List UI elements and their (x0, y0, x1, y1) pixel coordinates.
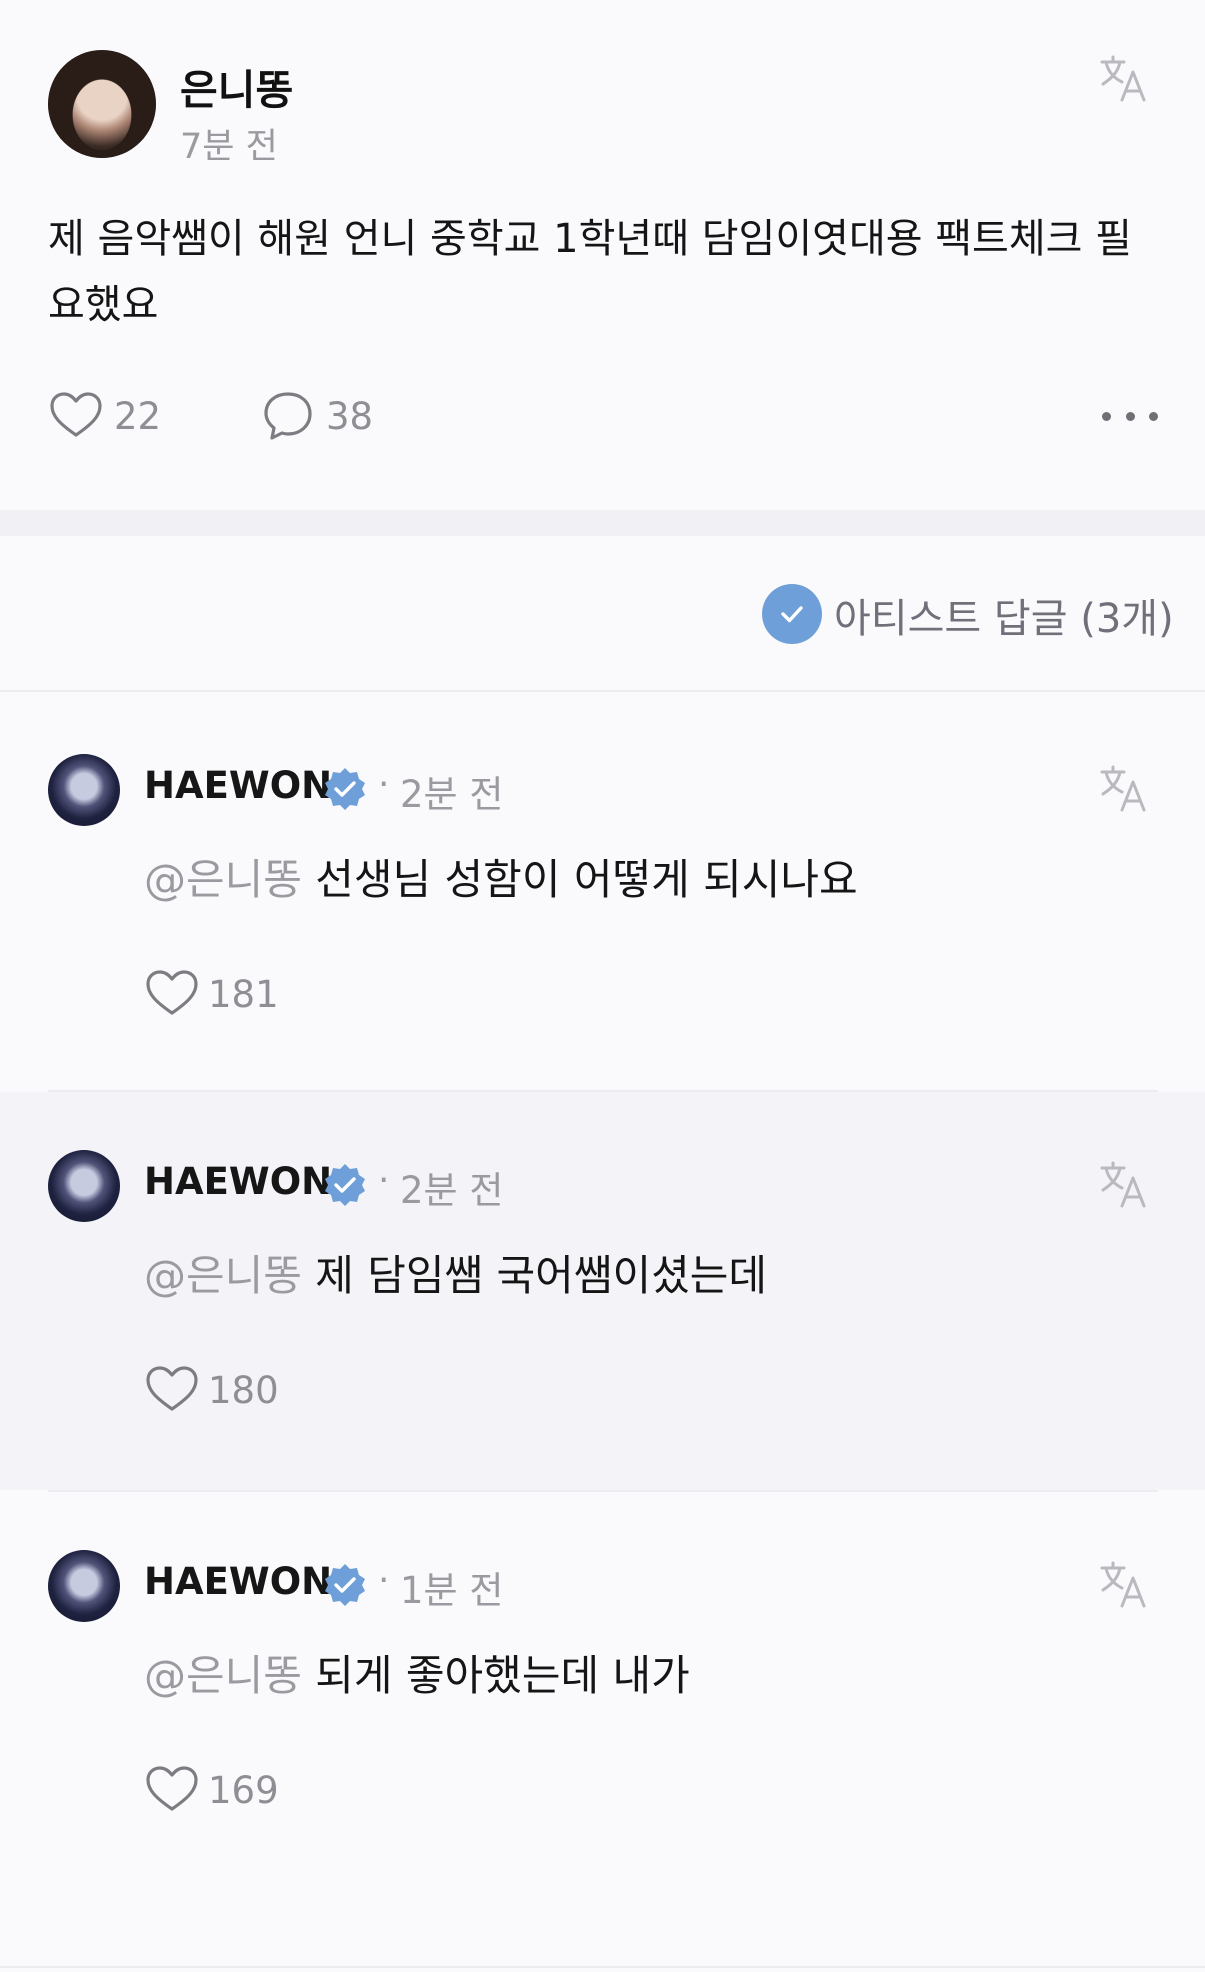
heart-icon (146, 970, 198, 1015)
verified-badge-icon (325, 1164, 365, 1206)
comment-time: 2분 전 (400, 773, 504, 816)
more-horizontal-icon (1102, 411, 1111, 421)
avatar[interactable] (48, 50, 156, 158)
post-text: 제 음악쌤이 해원 언니 중학교 1학년때 담임이엿대용 팩트체크 필요했요 (48, 216, 1132, 328)
post-actions: 22 38 (48, 388, 1158, 444)
avatar[interactable] (48, 1150, 120, 1222)
like-button[interactable]: 22 (48, 388, 161, 444)
post: 은니똥 7분 전 제 음악쌤이 해원 언니 중학교 1학년때 담임이엿대용 팩트… (0, 0, 1205, 510)
verified-badge-icon (325, 1564, 365, 1606)
separator-dot: · (378, 764, 390, 805)
comment-author[interactable]: HAEWON (144, 764, 332, 807)
heart-icon (146, 1366, 198, 1411)
more-options-button[interactable] (1102, 396, 1158, 436)
separator-dot: · (378, 1160, 390, 1201)
avatar[interactable] (48, 1550, 120, 1622)
comment-text: @은니똥 되게 좋아했는데 내가 (144, 1642, 690, 1703)
like-count: 180 (208, 1368, 279, 1412)
comment-count: 38 (326, 394, 374, 438)
like-count: 22 (114, 394, 162, 438)
comment-time: 2분 전 (400, 1169, 504, 1212)
translate-icon[interactable] (1098, 764, 1148, 814)
comment-author[interactable]: HAEWON (144, 1560, 332, 1603)
comment-body: 선생님 성함이 어떻게 되시나요 (301, 855, 858, 904)
avatar[interactable] (48, 754, 120, 826)
post-detail-page: 은니똥 7분 전 제 음악쌤이 해원 언니 중학교 1학년때 담임이엿대용 팩트… (0, 0, 1205, 1972)
separator-dot: · (378, 1560, 390, 1601)
comment-button[interactable]: 38 (260, 388, 373, 444)
section-divider (0, 510, 1205, 536)
artist-replies-label[interactable]: 아티스트 답글 (3개) (834, 586, 1174, 644)
translate-icon[interactable] (1098, 54, 1148, 104)
like-button[interactable]: 180 (144, 1362, 279, 1418)
mention[interactable]: @은니똥 (144, 1251, 302, 1300)
verified-badge-icon (325, 768, 365, 810)
artist-comment: HAEWON · 1분 전 @은니똥 되게 좋아했는데 내가 169 (0, 1492, 1205, 1966)
comment-text: @은니똥 선생님 성함이 어떻게 되시나요 (144, 846, 858, 907)
translate-icon[interactable] (1098, 1160, 1148, 1210)
post-time: 7분 전 (180, 127, 278, 167)
translate-icon[interactable] (1098, 1560, 1148, 1610)
comment-author[interactable]: HAEWON (144, 1160, 332, 1203)
mention[interactable]: @은니똥 (144, 855, 302, 904)
artist-reply-check-icon[interactable] (762, 584, 822, 644)
post-author[interactable]: 은니똥 (180, 56, 293, 116)
artist-comment: HAEWON · 2분 전 @은니똥 제 담임쌤 국어쌤이셨는데 180 (0, 1092, 1205, 1490)
comment-body: 되게 좋아했는데 내가 (301, 1651, 690, 1700)
comment-body: 제 담임쌤 국어쌤이셨는데 (301, 1251, 768, 1300)
like-button[interactable]: 181 (144, 966, 279, 1022)
mention[interactable]: @은니똥 (144, 1651, 302, 1700)
like-button[interactable]: 169 (144, 1762, 279, 1818)
bottom-divider (0, 1966, 1205, 1968)
comment-time: 1분 전 (400, 1569, 504, 1612)
comment-bubble-icon (264, 392, 312, 440)
artist-comment: HAEWON · 2분 전 @은니똥 선생님 성함이 어떻게 되시나요 181 (0, 694, 1205, 1090)
like-count: 169 (208, 1768, 279, 1812)
like-count: 181 (208, 972, 279, 1016)
heart-icon (146, 1766, 198, 1811)
heart-icon (50, 392, 102, 437)
comment-text: @은니똥 제 담임쌤 국어쌤이셨는데 (144, 1242, 767, 1303)
